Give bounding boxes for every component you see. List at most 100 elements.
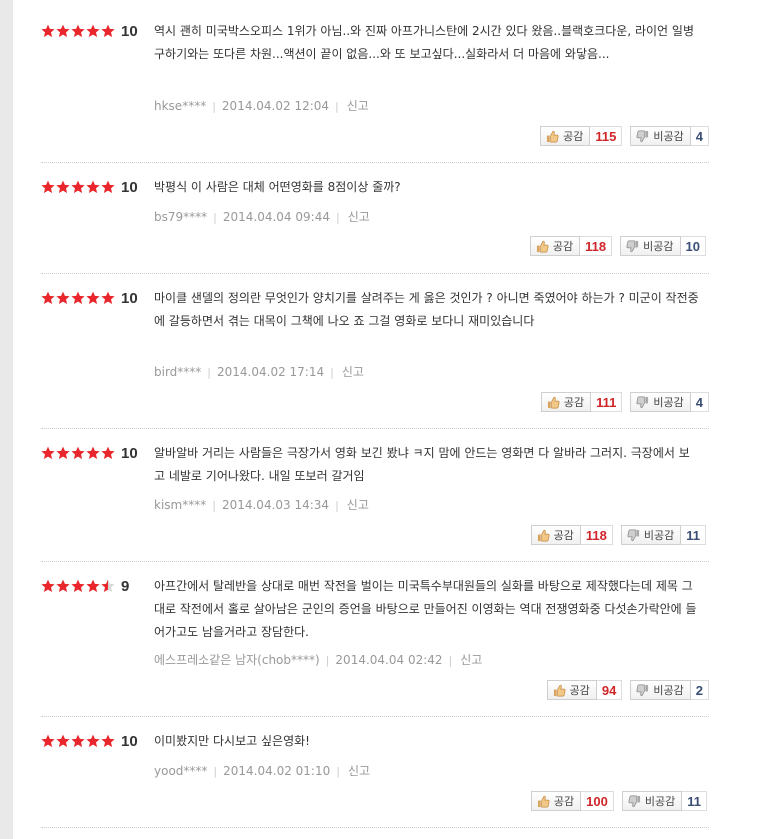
rating-stars	[41, 579, 117, 595]
review-text: 역시 괜히 미국박스오피스 1위가 아님..와 진짜 아프가니스탄에 2시간 있…	[154, 24, 694, 61]
disagree-button[interactable]: 비공감	[630, 126, 691, 146]
review-text: 알바알바 거리는 사람들은 극장가서 영화 보긴 봤냐 ㅋ지 맘에 안드는 영화…	[154, 446, 690, 483]
thumbs-up-icon	[547, 130, 559, 142]
thumbs-down-icon	[636, 130, 649, 142]
star-icon	[41, 291, 55, 304]
disagree-button[interactable]: 비공감	[630, 680, 691, 700]
review-item: 10 역시 괜히 미국박스오피스 1위가 아님..와 진짜 아프가니스탄에 2시간…	[41, 23, 709, 162]
rating-stars	[41, 446, 117, 462]
star-icon	[41, 446, 55, 459]
rating-stars	[41, 24, 117, 40]
star-icon	[41, 734, 55, 747]
agree-label: 공감	[569, 684, 590, 697]
meta-divider: |	[335, 499, 339, 512]
star-icon	[86, 734, 100, 747]
review-text: 박평식 이 사람은 대체 어떤영화를 8점이상 줄까?	[154, 180, 401, 194]
review-author: yood****	[154, 764, 208, 778]
meta-divider: |	[212, 100, 216, 113]
disagree-count: 11	[682, 791, 707, 811]
agree-count: 118	[580, 525, 613, 545]
review-list-page: 10 역시 괜히 미국박스오피스 1위가 아님..와 진짜 아프가니스탄에 2시간…	[0, 0, 764, 839]
agree-label: 공감	[552, 240, 574, 253]
vote-controls: 공감 111 비공감 4	[540, 391, 709, 413]
meta-divider: |	[213, 765, 218, 778]
star-icon	[56, 579, 70, 592]
review-list: 10 역시 괜히 미국박스오피스 1위가 아님..와 진짜 아프가니스탄에 2시간…	[0, 0, 764, 839]
star-icon	[56, 291, 70, 304]
star-icon	[101, 734, 115, 747]
star-icon	[41, 180, 55, 193]
star-rating: 10	[41, 733, 141, 750]
star-icon	[41, 579, 55, 592]
thumbs-up-icon	[553, 684, 566, 696]
meta-divider: |	[335, 211, 340, 224]
review-author: bird****	[154, 365, 202, 379]
review-date: 2014.04.04 02:42	[335, 653, 443, 667]
disagree-count: 2	[690, 680, 709, 700]
disagree-label: 비공감	[653, 130, 684, 143]
report-link[interactable]: 신고	[342, 365, 364, 379]
agree-button[interactable]: 공감	[540, 392, 592, 412]
vote-controls: 공감 118 비공감 11	[530, 524, 706, 546]
thumbs-down-icon	[626, 240, 639, 252]
report-link[interactable]: 신고	[347, 99, 369, 113]
disagree-count: 4	[690, 392, 709, 412]
star-rating: 10	[41, 23, 141, 40]
star-icon	[101, 446, 115, 459]
meta-divider: |	[212, 499, 216, 512]
meta-divider: |	[335, 100, 339, 113]
disagree-button[interactable]: 비공감	[620, 525, 682, 545]
report-link[interactable]: 신고	[348, 210, 370, 224]
disagree-button[interactable]: 비공감	[630, 392, 691, 412]
agree-label: 공감	[553, 795, 575, 808]
agree-button[interactable]: 공감	[540, 126, 591, 146]
disagree-label: 비공감	[643, 240, 674, 253]
disagree-count: 4	[690, 126, 709, 146]
review-item: 10 이미봤지만 다시보고 싶은영화! yood**** | 2014.04.02 01…	[41, 733, 709, 827]
report-link[interactable]: 신고	[347, 498, 369, 512]
review-author: 에스프레소같은 남자(chob****)	[154, 653, 320, 667]
review-meta: yood**** | 2014.04.02 01:10 | 신고	[154, 762, 370, 779]
star-icon	[86, 180, 100, 193]
thumbs-up-icon	[547, 396, 560, 408]
review-meta: hkse**** | 2014.04.02 12:04 | 신고	[154, 97, 369, 114]
star-icon	[71, 291, 85, 304]
agree-label: 공감	[553, 529, 574, 542]
meta-divider: |	[336, 765, 340, 778]
disagree-label: 비공감	[653, 396, 684, 409]
star-icon	[71, 446, 85, 459]
review-text: 이미봤지만 다시보고 싶은영화!	[154, 734, 310, 748]
star-icon	[86, 24, 100, 37]
agree-label: 공감	[563, 130, 584, 143]
star-icon	[86, 446, 100, 459]
thumbs-up-icon	[536, 240, 549, 252]
agree-button[interactable]: 공감	[529, 236, 581, 256]
thumbs-up-icon	[537, 529, 550, 541]
disagree-button[interactable]: 비공감	[621, 791, 683, 811]
review-meta: bird**** | 2014.04.02 17:14 | 신고	[154, 363, 364, 380]
meta-divider: |	[213, 211, 217, 224]
rating-score: 10	[121, 23, 138, 40]
disagree-button[interactable]: 비공감	[620, 236, 681, 256]
agree-button[interactable]: 공감	[530, 791, 582, 811]
review-divider	[41, 428, 709, 429]
review-meta: kism**** | 2014.04.03 14:34 | 신고	[154, 496, 369, 513]
agree-button[interactable]: 공감	[530, 525, 581, 545]
report-link[interactable]: 신고	[460, 653, 482, 667]
star-icon	[86, 579, 100, 592]
report-link[interactable]: 신고	[348, 764, 370, 778]
star-icon	[56, 734, 70, 747]
vote-controls: 공감 100 비공감 11	[530, 790, 707, 812]
agree-label: 공감	[563, 396, 585, 409]
star-icon	[71, 180, 85, 193]
rating-stars	[41, 734, 117, 750]
agree-button[interactable]: 공감	[546, 680, 597, 700]
thumbs-up-icon	[537, 795, 550, 807]
rating-stars	[41, 291, 117, 307]
review-item: 10 마이클 샌델의 정의란 무엇인가 양치기를 살려주는 게 옳은 것인가 ? …	[41, 290, 709, 428]
thumbs-down-icon	[627, 529, 639, 541]
review-divider	[41, 827, 709, 828]
review-divider	[41, 716, 709, 717]
star-icon	[41, 24, 55, 37]
star-icon	[101, 180, 115, 193]
